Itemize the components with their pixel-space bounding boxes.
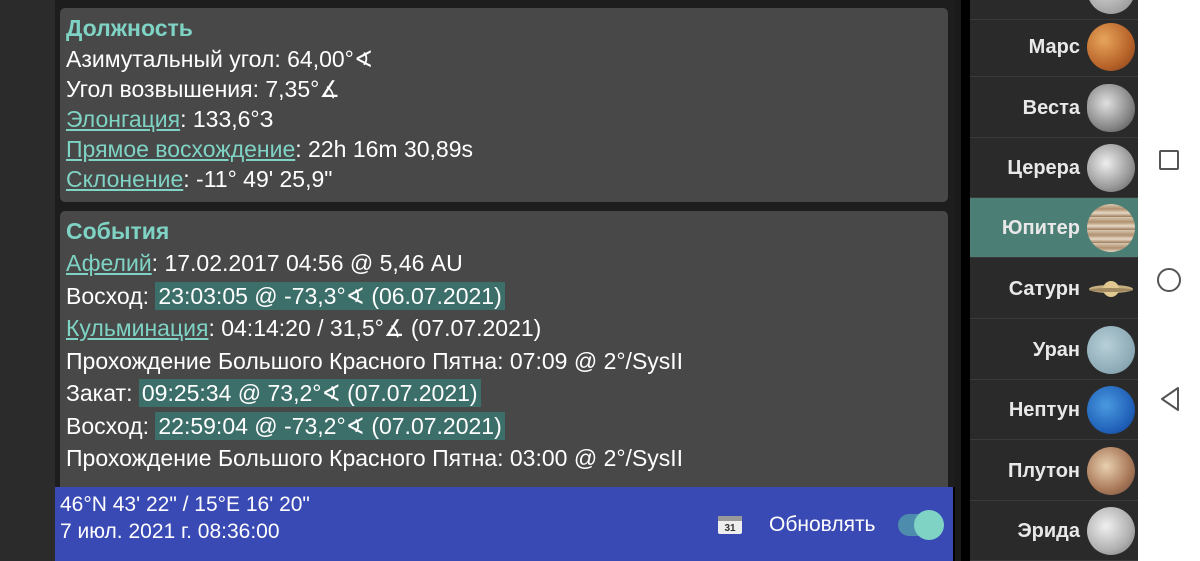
events-title: События	[66, 218, 170, 244]
events-card: События Афелий: 17.02.2017 04:56 @ 5,46 …	[60, 211, 948, 487]
aphelion-row: Афелий: 17.02.2017 04:56 @ 5,46 AU	[66, 250, 463, 276]
set-row: Закат: 09:25:34 @ 73,2°∢ (07.07.2021)	[66, 377, 948, 410]
panel-gap	[961, 0, 970, 561]
mars-icon	[1087, 23, 1135, 71]
neptune-icon	[1087, 386, 1135, 434]
calendar-icon[interactable]: 31	[717, 513, 743, 535]
grs-transit-row-2: Прохождение Большого Красного Пятна: 03:…	[66, 445, 684, 471]
planet-item-ceres[interactable]: Церера	[970, 138, 1138, 198]
azimuth-value: 64,00°∢	[287, 46, 374, 72]
toggle-knob	[914, 510, 944, 540]
rise-row-2: Восход: 22:59:04 @ -73,2°∢ (07.07.2021)	[66, 410, 948, 443]
declination-row: Склонение: -11° 49' 25,9"	[66, 166, 333, 192]
pluto-icon	[1087, 447, 1135, 495]
back-icon[interactable]	[1158, 386, 1184, 412]
detail-panel: Должность Азимутальный угол: 64,00°∢ Уго…	[55, 0, 955, 487]
aphelion-link[interactable]: Афелий	[66, 250, 152, 276]
rise-time-1[interactable]: 23:03:05 @ -73,3°∢ (06.07.2021)	[155, 281, 505, 310]
rise-row-1: Восход: 23:03:05 @ -73,3°∢ (06.07.2021)	[66, 280, 948, 313]
update-label: Обновлять	[769, 513, 876, 536]
declination-link[interactable]: Склонение	[66, 166, 183, 192]
right-ascension-row: Прямое восхождение: 22h 16m 30,89s	[66, 136, 474, 162]
saturn-icon	[1089, 281, 1133, 297]
status-bar: 46°N 43' 22" / 15°E 16' 20" 7 июл. 2021 …	[55, 487, 953, 561]
eris-icon	[1087, 507, 1135, 555]
planet-item-neptune[interactable]: Нептун	[970, 380, 1138, 440]
ceres-icon	[1087, 144, 1135, 192]
update-toggle[interactable]	[898, 510, 944, 540]
planet-item-vesta[interactable]: Веста	[970, 78, 1138, 138]
planet-item-pluto[interactable]: Плутон	[970, 441, 1138, 501]
culmination-link[interactable]: Кульминация	[66, 315, 208, 341]
elongation-link[interactable]: Элонгация	[66, 106, 180, 132]
planet-item-jupiter[interactable]: Юпитер	[970, 198, 1138, 258]
recents-icon[interactable]	[1159, 150, 1179, 170]
planet-item-mars[interactable]: Марс	[970, 17, 1138, 77]
planet-item-saturn[interactable]: Сатурн	[970, 259, 1138, 319]
home-icon[interactable]	[1157, 268, 1181, 292]
grs-transit-row-1: Прохождение Большого Красного Пятна: 07:…	[66, 347, 684, 374]
planet-list: Марс Веста Церера Юпитер Сатурн Уран Неп…	[970, 0, 1138, 561]
rise-time-2[interactable]: 22:59:04 @ -73,2°∢ (07.07.2021)	[155, 411, 505, 440]
uranus-icon	[1087, 326, 1135, 374]
android-nav-bar	[1138, 0, 1200, 561]
culmination-row: Кульминация: 04:14:20 / 31,5°∡ (07.07.20…	[66, 315, 542, 341]
right-ascension-link[interactable]: Прямое восхождение	[66, 136, 295, 162]
position-card: Должность Азимутальный угол: 64,00°∢ Уго…	[60, 8, 948, 202]
calendar-day: 31	[724, 523, 736, 534]
jupiter-icon	[1087, 204, 1135, 252]
position-title: Должность	[66, 15, 193, 41]
planet-icon	[1087, 0, 1135, 14]
set-time[interactable]: 09:25:34 @ 73,2°∢ (07.07.2021)	[138, 379, 481, 407]
location-coordinates[interactable]: 46°N 43' 22" / 15°E 16' 20"	[60, 491, 310, 519]
planet-item-eris[interactable]: Эрида	[970, 501, 1138, 561]
azimuth-row: Азимутальный угол: 64,00°∢	[66, 46, 374, 72]
altitude-value: 7,35°∡	[265, 76, 340, 102]
altitude-row: Угол возвышения: 7,35°∡	[66, 76, 340, 102]
left-edge-strip	[0, 0, 55, 561]
elongation-row: Элонгация: 133,6°З	[66, 106, 274, 132]
vesta-icon	[1087, 84, 1135, 132]
planet-item-uranus[interactable]: Уран	[970, 320, 1138, 380]
date-time[interactable]: 7 июл. 2021 г. 08:36:00	[60, 517, 280, 547]
